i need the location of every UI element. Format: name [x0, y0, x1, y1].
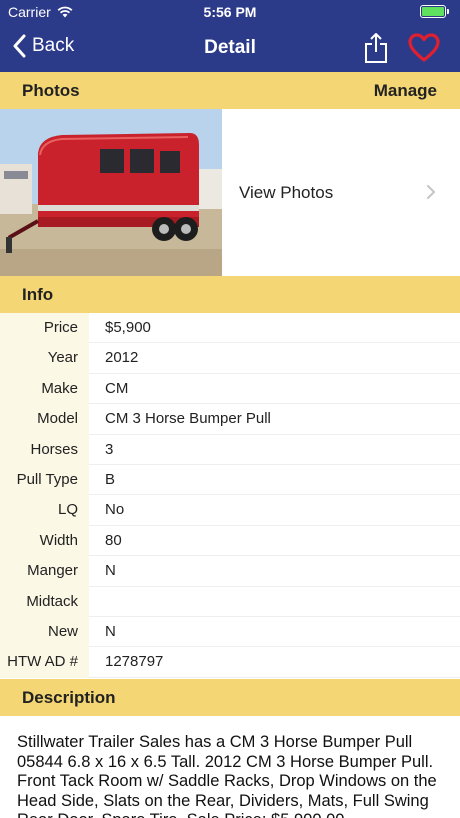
description-header-label: Description: [22, 687, 116, 707]
info-row-price: Price $5,900: [0, 313, 460, 344]
info-value: CM 3 Horse Bumper Pull: [89, 404, 460, 435]
view-photos-row[interactable]: View Photos: [0, 109, 460, 276]
info-table: Price $5,900 Year 2012 Make CM Model CM …: [0, 313, 460, 678]
info-label: Manger: [0, 556, 89, 587]
info-label: LQ: [0, 495, 89, 526]
view-photos-label: View Photos: [239, 183, 334, 202]
info-row-width: Width 80: [0, 525, 460, 557]
info-value: 2012: [89, 343, 460, 374]
info-row-manger: Manger N: [0, 556, 460, 587]
info-row-new: New N: [0, 616, 460, 648]
info-header-label: Info: [22, 284, 54, 304]
heart-icon[interactable]: [408, 33, 440, 63]
page-title: Detail: [204, 37, 256, 58]
info-label: Midtack: [0, 586, 89, 617]
info-label: Horses: [0, 434, 89, 465]
info-value: [89, 587, 460, 617]
info-row-pull-type: Pull Type B: [0, 464, 460, 496]
navigation-bar: Back Detail: [0, 24, 460, 72]
trailer-photo: [0, 109, 222, 276]
info-row-lq: LQ No: [0, 495, 460, 526]
info-value: $5,900: [89, 313, 460, 344]
info-row-ad-number: HTW AD # 1278797: [0, 647, 460, 678]
info-row-year: Year 2012: [0, 343, 460, 374]
description-text: Stillwater Trailer Sales has a CM 3 Hors…: [17, 733, 437, 818]
info-label: Pull Type: [0, 464, 89, 496]
battery-icon: [420, 5, 449, 18]
status-time: 5:56 PM: [203, 4, 257, 20]
description-section-header: Description: [0, 679, 460, 716]
info-value: 3: [89, 435, 460, 465]
info-label: New: [0, 616, 89, 648]
info-label: Width: [0, 525, 89, 557]
info-value: 1278797: [89, 647, 460, 678]
info-value: N: [89, 556, 460, 587]
info-value: B: [89, 465, 460, 496]
info-label: HTW AD #: [0, 647, 89, 678]
info-row-model: Model CM 3 Horse Bumper Pull: [0, 404, 460, 435]
photos-section-header: Photos Manage: [0, 72, 460, 109]
share-icon[interactable]: [363, 32, 389, 64]
info-value: No: [89, 495, 460, 526]
status-bar: Carrier 5:56 PM: [0, 0, 460, 24]
info-row-midtack: Midtack: [0, 586, 460, 617]
info-row-horses: Horses 3: [0, 434, 460, 465]
info-label: Model: [0, 404, 89, 435]
info-label: Price: [0, 313, 89, 344]
photos-header-label: Photos: [22, 80, 80, 100]
info-row-make: Make CM: [0, 373, 460, 405]
info-value: 80: [89, 526, 460, 557]
info-label: Year: [0, 343, 89, 374]
info-section-header: Info: [0, 276, 460, 313]
info-value: N: [89, 617, 460, 648]
info-value: CM: [89, 374, 460, 405]
manage-button[interactable]: Manage: [374, 81, 438, 101]
info-label: Make: [0, 373, 89, 405]
chevron-right-icon: [427, 185, 435, 199]
